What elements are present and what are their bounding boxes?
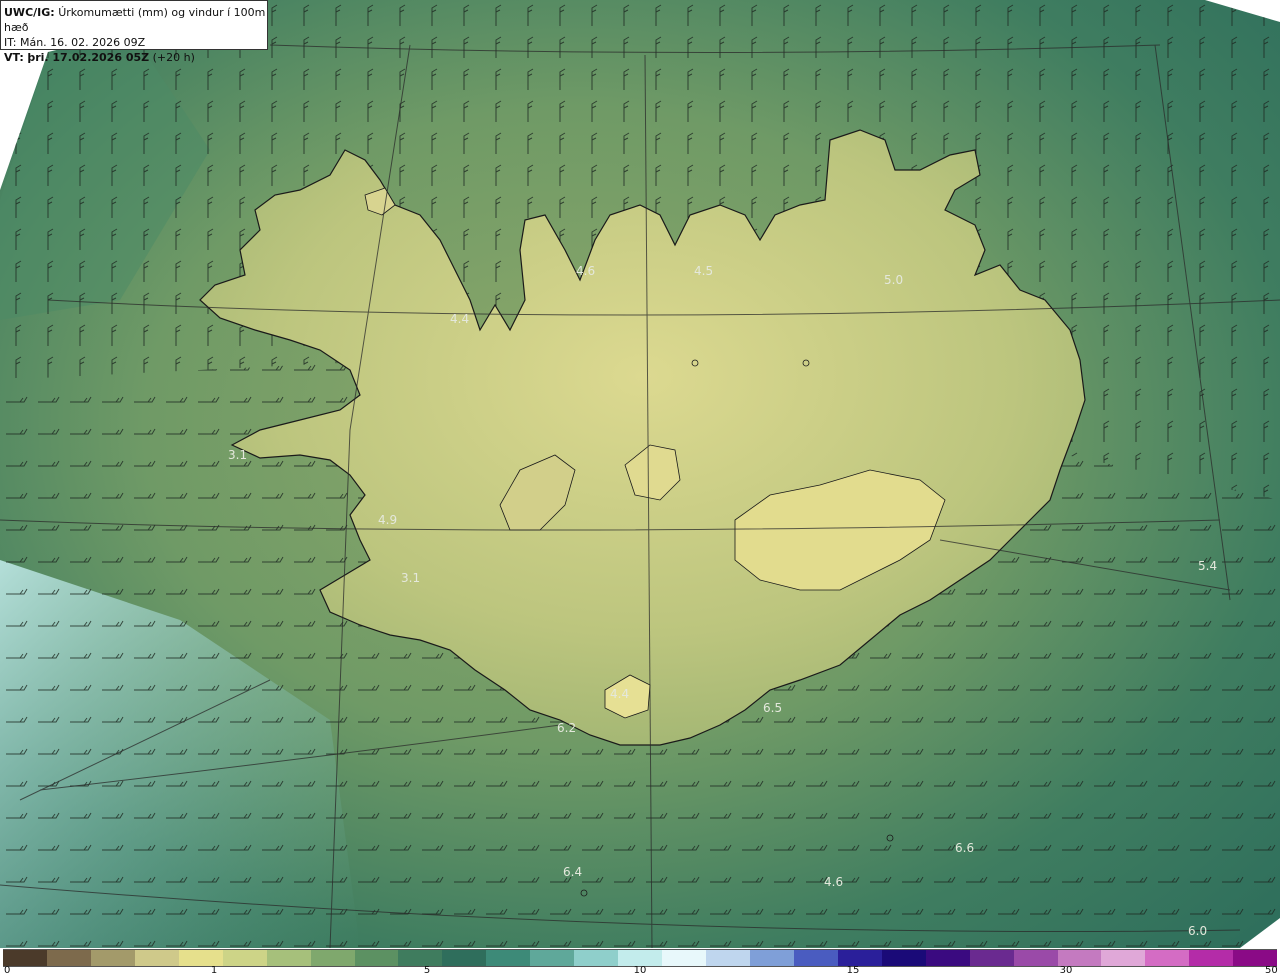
value-label: 3.1 — [401, 571, 420, 585]
weather-map: 4.6 4.5 5.0 4.4 3.1 4.9 3.1 4.4 6.2 6.5 … — [0, 0, 1280, 948]
legend-color-segment — [1189, 950, 1234, 966]
legend-color-segment — [1013, 950, 1058, 966]
value-label: 6.0 — [1188, 924, 1207, 938]
legend-tick: 10 — [633, 965, 647, 976]
value-label: 4.5 — [694, 264, 713, 278]
legend-color-segment — [1145, 950, 1190, 966]
legend-tick: 1 — [210, 965, 218, 976]
lead-time: (+20 h) — [152, 51, 195, 64]
legend-color-segment — [442, 950, 487, 966]
legend-color-segment — [266, 950, 311, 966]
value-label: 6.2 — [557, 721, 576, 735]
legend-color-segment — [618, 950, 663, 966]
value-label: 5.0 — [884, 273, 903, 287]
legend-tick: 15 — [846, 965, 860, 976]
value-label: 4.6 — [576, 264, 595, 278]
value-label: 6.4 — [563, 865, 582, 879]
legend-color-segment — [222, 950, 267, 966]
value-label: 4.9 — [378, 513, 397, 527]
legend-color-segment — [90, 950, 135, 966]
valid-time-line: VT: þri. 17.02.2026 05Z (+20 h) — [4, 50, 267, 65]
legend-color-segment — [837, 950, 882, 966]
legend-color-segment — [969, 950, 1014, 966]
valid-time: þri. 17.02.2026 05Z — [27, 51, 150, 64]
legend-tick: 0 — [4, 965, 11, 976]
legend-color-segment — [3, 950, 47, 966]
map-info-box: UWC/IG: Úrkomumætti (mm) og vindur í 100… — [0, 0, 268, 64]
legend-color-segment — [1233, 950, 1278, 966]
valid-prefix: VT: — [4, 51, 24, 64]
value-label: 5.4 — [1198, 559, 1217, 573]
legend-color-segment — [881, 950, 926, 966]
value-label: 4.4 — [450, 312, 469, 326]
value-label: 6.5 — [763, 701, 782, 715]
legend-color-segment — [354, 950, 399, 966]
legend-color-segment — [574, 950, 619, 966]
legend-color-segment — [398, 950, 443, 966]
issue-time: IT: Mán. 16. 02. 2026 09Z — [4, 36, 146, 49]
legend-color-segment — [530, 950, 575, 966]
legend-color-segment — [662, 950, 706, 966]
value-label: 6.6 — [955, 841, 974, 855]
value-label: 4.4 — [610, 687, 629, 701]
legend-color-segment — [310, 950, 355, 966]
legend-color-segment — [1101, 950, 1146, 966]
value-label: 4.6 — [824, 875, 843, 889]
legend-color-segment — [134, 950, 179, 966]
legend-color-segment — [486, 950, 531, 966]
legend-tick: 30 — [1059, 965, 1073, 976]
legend-color-segment — [925, 950, 970, 966]
legend-color-segment — [706, 950, 750, 966]
legend-color-segment — [793, 950, 838, 966]
product-code: UWC/IG: — [4, 6, 55, 19]
legend-tick: 50 — [1265, 965, 1278, 976]
legend-tick: 5 — [423, 965, 431, 976]
legend-color-segment — [1057, 950, 1102, 966]
legend-color-segment — [46, 950, 91, 966]
legend-color-segment — [178, 950, 223, 966]
title-line: UWC/IG: Úrkomumætti (mm) og vindur í 100… — [4, 5, 267, 35]
color-legend: 0 1 5 10 15 30 50 — [0, 948, 1280, 978]
legend-color-segment — [749, 950, 794, 966]
value-label: 3.1 — [228, 448, 247, 462]
